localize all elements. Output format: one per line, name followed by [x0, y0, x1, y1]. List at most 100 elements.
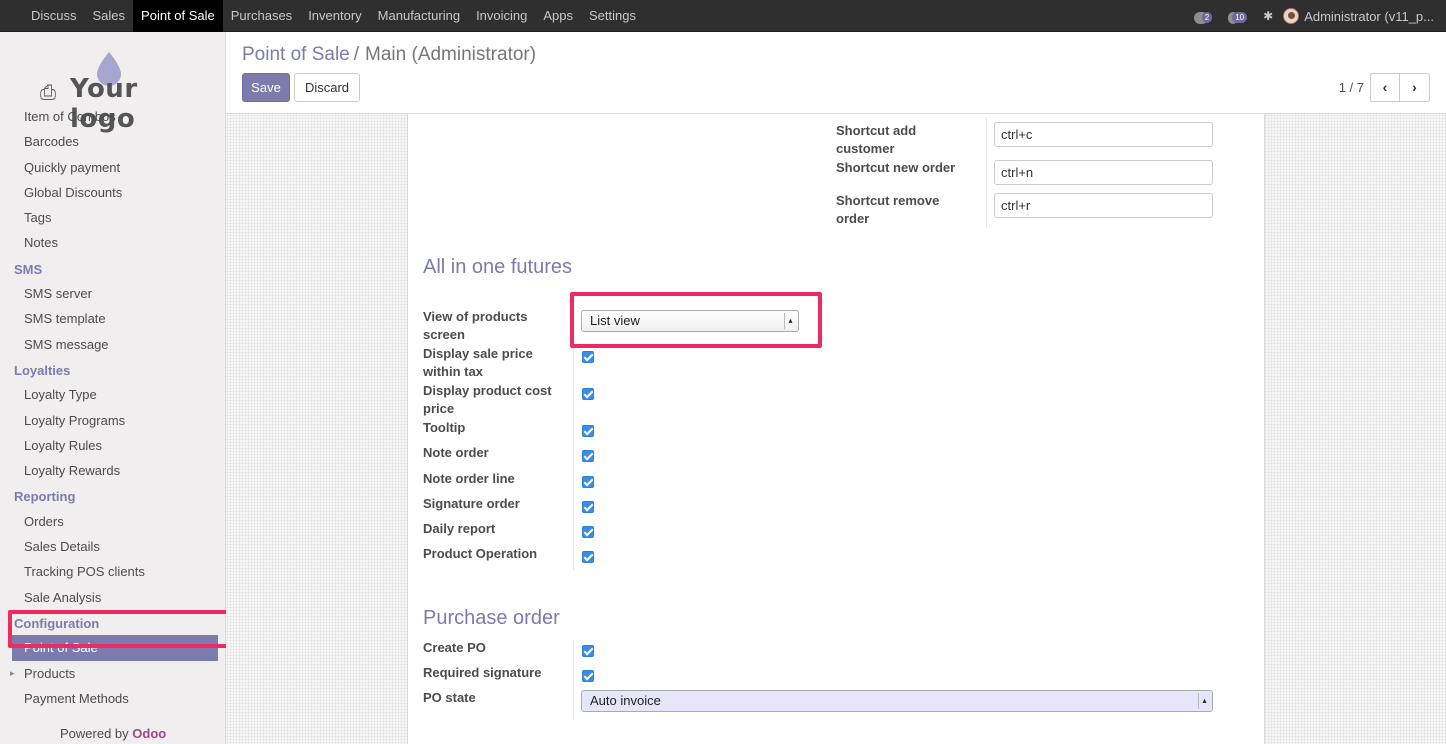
sidebar-item-loyalty-rules[interactable]: Loyalty Rules — [0, 433, 225, 458]
top-navbar: Discuss Sales Point of Sale Purchases Invent… — [0, 0, 1446, 32]
field-divider — [986, 118, 987, 228]
sidebar-item-loyalty-type[interactable]: Loyalty Type — [0, 382, 225, 407]
sidebar-item-notes[interactable]: Notes — [0, 230, 225, 255]
display-sale-price-within-tax-checkbox[interactable] — [582, 351, 594, 363]
app-menu-item-sales[interactable]: Sales — [85, 0, 134, 32]
dropdown-arrow-icon: ▴ — [1198, 693, 1210, 709]
app-menu-item-inventory[interactable]: Inventory — [300, 0, 369, 32]
product-operation-checkbox[interactable] — [582, 551, 594, 563]
sidebar-header-configuration: Configuration — [14, 615, 100, 631]
app-menu-item-point-of-sale[interactable]: Point of Sale — [133, 0, 223, 32]
view-of-products-label: View of products screen — [423, 309, 528, 342]
discard-button[interactable]: Discard — [294, 73, 360, 102]
required-signature-checkbox[interactable] — [582, 670, 594, 682]
sidebar-item-payment-methods[interactable]: Payment Methods — [0, 686, 225, 711]
sidebar-item-loyalty-programs[interactable]: Loyalty Programs — [0, 408, 225, 433]
save-button[interactable]: Save — [242, 73, 290, 102]
signature-order-label: Signature order — [423, 496, 520, 511]
breadcrumb-root-link[interactable]: Point of Sale — [242, 44, 350, 65]
shortcut-new-order-input[interactable]: ctrl+n — [994, 160, 1213, 185]
required-signature-label: Required signature — [423, 665, 542, 680]
user-menu[interactable]: Administrator (v11_p... — [1283, 8, 1434, 24]
chevron-right-icon: › — [1412, 79, 1417, 95]
chevron-left-icon: ‹ — [1382, 79, 1388, 95]
sidebar-item-products[interactable]: Products — [0, 661, 225, 687]
sidebar-item-tracking-pos-clients[interactable]: Tracking POS clients — [0, 559, 225, 584]
create-po-checkbox[interactable] — [582, 645, 594, 657]
create-po-label: Create PO — [423, 640, 486, 655]
sidebar-item-global-discounts[interactable]: Global Discounts — [0, 180, 225, 205]
daily-report-checkbox[interactable] — [582, 526, 594, 538]
po-state-value: Auto invoice — [590, 693, 661, 708]
pager: 1 / 7 ‹ › — [1339, 73, 1430, 102]
display-product-cost-price-label: Display product cost price — [423, 383, 552, 416]
control-panel: Point of Sale / Main (Administrator) Save … — [226, 32, 1446, 114]
sidebar-item-sms-server[interactable]: SMS server — [0, 281, 225, 306]
signature-order-checkbox[interactable] — [582, 501, 594, 513]
po-state-select[interactable]: Auto invoice ▴ — [581, 690, 1213, 712]
sidebar-item-sale-analysis[interactable]: Sale Analysis — [0, 585, 225, 610]
sidebar-item-barcodes[interactable]: Barcodes — [0, 129, 225, 154]
po-state-label: PO state — [423, 690, 476, 705]
sidebar-item-point-of-sale[interactable]: Point of Sale — [12, 635, 218, 661]
note-order-line-checkbox[interactable] — [582, 476, 594, 488]
app-menu-item-purchases[interactable]: Purchases — [223, 0, 300, 32]
odoo-brand-link[interactable]: Odoo — [132, 726, 166, 741]
view-of-products-select[interactable]: List view ▴ — [581, 310, 799, 332]
breadcrumb-current: Main (Administrator) — [365, 44, 537, 65]
sidebar-item-loyalty-rewards[interactable]: Loyalty Rewards — [0, 458, 225, 483]
systray: 2 10 ✱ Administrator (v11_p... — [1193, 0, 1434, 32]
shortcut-new-order-label: Shortcut new order — [836, 160, 956, 175]
pager-value[interactable]: 1 / 7 — [1339, 80, 1364, 95]
sidebar-header-sms: SMS — [14, 261, 43, 277]
breadcrumb: Point of Sale / Main (Administrator) — [242, 44, 536, 66]
company-logo[interactable]: ⎙ Your logo — [38, 52, 208, 134]
powered-by: Powered by Odoo — [60, 726, 167, 741]
pager-previous-button[interactable]: ‹ — [1370, 73, 1400, 102]
sidebar-item-tags[interactable]: Tags — [0, 205, 225, 230]
app-menu-item-manufacturing[interactable]: Manufacturing — [370, 0, 468, 32]
all-in-one-section-title: All in one futures — [423, 256, 572, 278]
shortcut-add-customer-label: Shortcut add customer — [836, 123, 917, 156]
sidebar-item-sms-template[interactable]: SMS template — [0, 306, 225, 331]
field-divider — [573, 640, 574, 720]
pager-next-button[interactable]: › — [1400, 73, 1430, 102]
sidebar-header-loyalties: Loyalties — [14, 362, 71, 378]
view-of-products-value: List view — [590, 313, 640, 328]
sidebar-header-reporting: Reporting — [14, 489, 76, 505]
activity-icon[interactable]: 10 — [1228, 9, 1253, 24]
avatar — [1283, 8, 1300, 24]
note-order-line-label: Note order line — [423, 471, 515, 486]
tooltip-label: Tooltip — [423, 420, 466, 435]
purchase-order-section-title: Purchase order — [423, 607, 560, 629]
daily-report-label: Daily report — [423, 521, 496, 536]
tooltip-checkbox[interactable] — [582, 425, 594, 437]
display-product-cost-price-checkbox[interactable] — [582, 388, 594, 400]
app-menu-item-discuss[interactable]: Discuss — [23, 0, 85, 32]
note-order-checkbox[interactable] — [582, 450, 594, 462]
sidebar-item-sales-details[interactable]: Sales Details — [0, 534, 225, 559]
app-menu-item-settings[interactable]: Settings — [581, 0, 644, 32]
field-divider — [573, 300, 574, 570]
camera-icon: ⎙ — [40, 82, 56, 104]
product-operation-label: Product Operation — [423, 546, 538, 561]
sidebar: ⎙ Your logo Item of Combos Barcodes Quickl… — [0, 32, 226, 744]
messages-icon[interactable]: 2 — [1193, 9, 1218, 24]
sidebar-item-sms-message[interactable]: SMS message — [0, 332, 225, 357]
app-menu-item-apps[interactable]: Apps — [535, 0, 581, 32]
sidebar-item-orders[interactable]: Orders — [0, 509, 225, 534]
app-menu: Discuss Sales Point of Sale Purchases Invent… — [0, 0, 644, 32]
shortcut-remove-order-input[interactable]: ctrl+r — [994, 193, 1213, 218]
dropdown-arrow-icon: ▴ — [784, 313, 796, 329]
sidebar-item-quickly-payment[interactable]: Quickly payment — [0, 155, 225, 180]
shortcut-remove-order-label: Shortcut remove order — [836, 193, 940, 226]
note-order-label: Note order — [423, 445, 489, 460]
user-name: Administrator (v11_p... — [1304, 8, 1434, 24]
display-sale-price-within-tax-label: Display sale price within tax — [423, 346, 533, 379]
app-menu-item-invoicing[interactable]: Invoicing — [468, 0, 535, 32]
sidebar-item-item-of-combos[interactable]: Item of Combos — [0, 104, 225, 129]
shortcut-add-customer-input[interactable]: ctrl+c — [994, 122, 1213, 147]
debug-bug-icon[interactable]: ✱ — [1263, 9, 1273, 23]
sidebar-menu: Item of Combos Barcodes Quickly payment Glo… — [0, 104, 225, 711]
breadcrumb-separator: / — [353, 44, 360, 65]
